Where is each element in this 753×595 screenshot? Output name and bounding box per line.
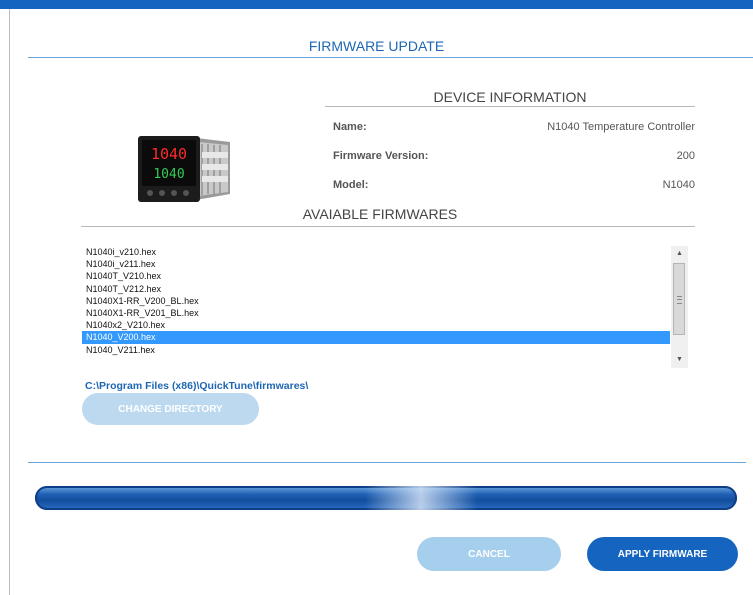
model-label: Model: (333, 179, 369, 191)
grip-icon (677, 296, 682, 304)
cancel-button[interactable]: CANCEL (417, 537, 561, 571)
name-value: N1040 Temperature Controller (547, 121, 695, 133)
display-bottom: 1040 (153, 167, 184, 182)
page-title: FIRMWARE UPDATE (308, 38, 445, 54)
title-divider (28, 57, 753, 58)
firmware-list-item[interactable]: N1040x2_V210.hex (82, 319, 670, 331)
device-info-divider (325, 106, 695, 107)
firmware-list-item[interactable]: N1040i_v210.hex (82, 246, 670, 258)
device-info-heading: DEVICE INFORMATION (433, 89, 587, 105)
progress-bar (35, 486, 737, 510)
firmware-list-item[interactable]: N1040T_V210.hex (82, 270, 670, 282)
scroll-up-arrow-icon[interactable]: ▲ (671, 246, 688, 262)
model-value: N1040 (662, 179, 695, 191)
firmware-list-item[interactable]: N1040_V200.hex (82, 331, 670, 344)
firmwares-divider (81, 226, 695, 227)
window-top-bar (0, 0, 753, 9)
firmware-directory-path: C:\Program Files (x86)\QuickTune\firmwar… (85, 380, 309, 392)
firmware-list-item[interactable]: N1040X1-RR_V200_BL.hex (82, 295, 670, 307)
section-divider (28, 462, 746, 463)
scroll-thumb[interactable] (673, 263, 685, 335)
firmware-list-items: N1040i_v210.hex N1040i_v211.hex N1040T_V21… (82, 246, 670, 356)
change-directory-button[interactable]: CHANGE DIRECTORY (82, 393, 259, 425)
firmware-list[interactable]: N1040i_v210.hex N1040i_v211.hex N1040T_V21… (82, 246, 688, 368)
device-image: 1040 1040 (138, 136, 230, 202)
firmware-version-value: 200 (676, 150, 695, 162)
firmware-list-item[interactable]: N1040T_V212.hex (82, 283, 670, 295)
firmware-list-item[interactable]: N1040_V211.hex (82, 344, 670, 356)
firmwares-heading: AVAIABLE FIRMWARES (302, 206, 458, 222)
firmware-list-scrollbar[interactable]: ▲ ▼ (671, 246, 688, 368)
window-frame (9, 9, 10, 595)
apply-firmware-button[interactable]: APPLY FIRMWARE (587, 537, 738, 571)
display-top: 1040 (151, 145, 187, 163)
firmware-list-item[interactable]: N1040i_v211.hex (82, 258, 670, 270)
firmware-version-label: Firmware Version: (333, 150, 429, 162)
firmware-list-item[interactable]: N1040X1-RR_V201_BL.hex (82, 307, 670, 319)
scroll-down-arrow-icon[interactable]: ▼ (671, 352, 688, 368)
name-label: Name: (333, 121, 367, 133)
